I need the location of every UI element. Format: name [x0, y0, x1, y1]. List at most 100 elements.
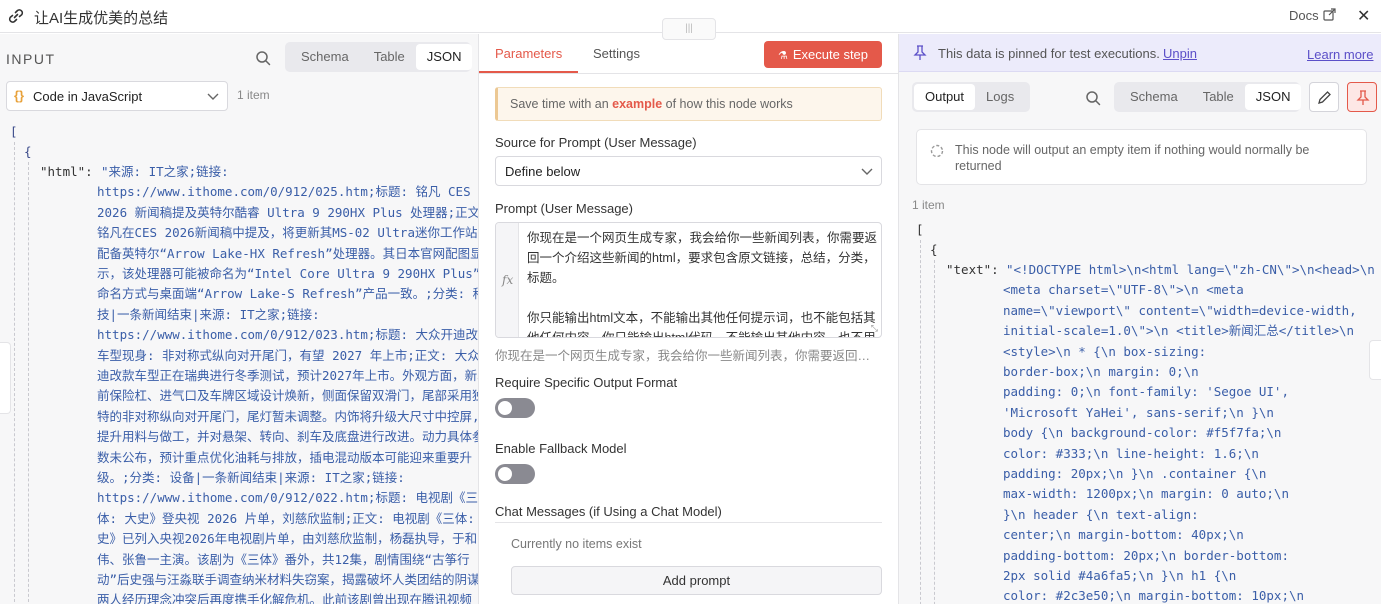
json-string-line: 配备英特尔“Arrow Lake-HX Refresh”处理器。其日本官网配图显 [97, 245, 479, 261]
json-string-line: 2026 新闻稿提及英特尔酷睿 Ultra 9 290HX Plus 处理器;正… [97, 204, 479, 220]
json-string-line: 迪改款车型正在瑞典进行冬季测试，预计2027年上市。外观方面，新车 [97, 368, 479, 383]
json-string-line: padding-bottom: 20px;\n border-bottom: [1003, 547, 1289, 563]
input-node-select[interactable]: {} Code in JavaScript [6, 81, 228, 111]
prompt-label: Prompt (User Message) [495, 201, 633, 216]
docs-link[interactable]: Docs [1289, 8, 1319, 23]
parameter-tabs: Parameters Settings ⚗ Execute step [479, 34, 898, 74]
json-string-line: 2px solid #4a6fa5;\n }\n h1 {\n [1003, 568, 1237, 583]
tab-logs[interactable]: Logs [975, 84, 1025, 110]
search-icon[interactable] [255, 50, 271, 66]
json-string-line: <meta charset=\"UTF-8\">\n <meta [1003, 282, 1244, 298]
tab-output[interactable]: Output [914, 84, 976, 110]
pencil-icon [1318, 91, 1331, 104]
hint-prefix: Save time with an [510, 97, 613, 111]
output-view-switcher: Schema Table JSON [1114, 82, 1302, 112]
edit-output-button[interactable] [1309, 82, 1339, 112]
json-string-line: "来源: IT之家;链接: [101, 164, 229, 179]
json-string-line: padding: 0;\n font-family: 'Segoe UI', [1003, 384, 1289, 400]
external-link-icon[interactable] [1323, 8, 1336, 21]
search-icon[interactable] [1085, 90, 1101, 106]
indent-guide [934, 260, 935, 604]
json-string-line: color: #2c3e50;\n margin-bottom: 10px;\n [1003, 588, 1305, 604]
json-string-line: 级。;分类: 设备|一条新闻结束|来源: IT之家;链接: [97, 470, 405, 485]
expand-editor-icon[interactable]: ⤡ [871, 323, 878, 334]
json-string-line: https://www.ithome.com/0/912/022.htm;标题:… [97, 490, 479, 506]
add-prompt-button[interactable]: Add prompt [511, 566, 882, 595]
json-string-line: 伟、张鲁一主演。该剧为《三体》番外，共12集，剧情围绕“古筝行 [97, 551, 470, 567]
json-key-html: "html": [40, 164, 93, 179]
json-object-open: { [24, 144, 32, 159]
tab-parameters[interactable]: Parameters [495, 46, 562, 61]
json-string-line: 前保险杠、进气口及车牌区域设计焕新，侧面保留双滑门，尾部采用独 [97, 388, 479, 404]
unpin-link[interactable]: Unpin [1163, 46, 1197, 61]
hint-suffix: of how this node works [662, 97, 793, 111]
panel-edge-tab[interactable] [1369, 340, 1381, 380]
link-icon [8, 9, 24, 23]
pin-icon [913, 45, 927, 60]
chevron-down-icon [861, 168, 873, 175]
view-schema-button[interactable]: Schema [1116, 84, 1192, 110]
output-panel: This data is pinned for test executions.… [898, 34, 1381, 604]
execute-step-label: Execute step [792, 47, 869, 62]
divider [495, 522, 882, 523]
input-view-switcher: Schema Table JSON [285, 42, 473, 72]
chevron-down-icon [207, 93, 219, 100]
fallback-model-toggle[interactable] [495, 464, 535, 484]
prompt-editor[interactable]: fx 你现在是一个网页生成专家，我会给你一些新闻列表，你需要返回一个介绍这些新闻… [495, 222, 882, 338]
source-prompt-select[interactable]: Define below [495, 156, 882, 186]
require-format-label: Require Specific Output Format [495, 375, 678, 390]
prompt-text[interactable]: 你现在是一个网页生成专家，我会给你一些新闻列表，你需要返回一个介绍这些新闻的ht… [527, 228, 879, 338]
prompt-preview: 你现在是一个网页生成专家，我会给你一些新闻列表，你需要返回一个介绍这些新闻的ht… [495, 349, 879, 363]
pin-icon [1356, 90, 1370, 105]
json-string-line: "<!DOCTYPE html>\n<html lang=\"zh-CN\">\… [1006, 262, 1375, 277]
tab-settings[interactable]: Settings [593, 46, 640, 61]
learn-more-link[interactable]: Learn more [1307, 47, 1373, 62]
pinned-banner: This data is pinned for test executions.… [899, 34, 1381, 72]
indent-guide [920, 240, 921, 604]
json-string-line: color: #333;\n line-height: 1.6;\n [1003, 445, 1259, 461]
input-panel: INPUT Schema Table JSON {} Code in JavaS… [0, 34, 479, 604]
json-string-line: }\n header {\n text-align: [1003, 506, 1199, 522]
json-string-line: 示，该处理器可能被命名为“Intel Core Ultra 9 290HX Pl… [97, 266, 479, 281]
json-string-line: 提升用料与做工，并对悬架、转向、刹车及底盘进行改进。动力具体参 [97, 429, 479, 445]
json-string-line: initial-scale=1.0\">\n <title>新闻汇总</titl… [1003, 323, 1355, 339]
json-string-line: 两人经历理念冲突后再度携手化解危机。此前该剧曾出现在腾讯视频 [97, 592, 473, 604]
example-hint: Save time with an example of how this no… [495, 87, 882, 121]
json-string-line: body {\n background-color: #f5f7fa;\n [1003, 425, 1282, 441]
json-string-line: 动”后史强与汪淼联手调查纳米材料失窃案，揭露破坏人类团结的阴谋, [97, 572, 479, 587]
view-json-button[interactable]: JSON [415, 44, 473, 70]
view-schema-button[interactable]: Schema [287, 44, 363, 70]
json-string-line: 特的非对称纵向对开尾门，尾灯暂未调整。内饰将升级大尺寸中控屏, [97, 408, 479, 424]
view-json-button[interactable]: JSON [1244, 84, 1302, 110]
json-string-line: <style>\n * {\n box-sizing: [1003, 343, 1207, 359]
close-button[interactable]: ✕ [1357, 6, 1370, 26]
chat-messages-label: Chat Messages (if Using a Chat Model) [495, 504, 722, 519]
panel-edge-tab[interactable] [0, 342, 11, 414]
view-table-button[interactable]: Table [363, 44, 416, 70]
json-string-line: 史》已列入央视2026年电视剧片单，由刘慈欣监制，杨磊执导，于和 [97, 531, 478, 547]
json-string-line: name=\"viewport\" content=\"width=device… [1003, 302, 1357, 318]
execute-step-button[interactable]: ⚗ Execute step [764, 41, 882, 68]
view-table-button[interactable]: Table [1192, 84, 1245, 110]
require-format-toggle[interactable] [495, 398, 535, 418]
json-string-line: 车型现身: 非对称式纵向对开尾门，有望 2027 年上市;正文: 大众开 [97, 347, 479, 363]
indent-guide [14, 142, 15, 604]
panel-drag-handle[interactable]: ||| [662, 18, 716, 40]
pinned-message: This data is pinned for test executions. [938, 46, 1160, 61]
workflow-title[interactable]: 让AI生成优美的总结 [34, 7, 168, 28]
json-array-open: [ [10, 124, 18, 139]
pin-data-button[interactable] [1347, 82, 1377, 112]
expression-gutter: fx [496, 223, 519, 337]
notice-text: This node will output an empty item if n… [955, 143, 1310, 173]
json-string-line: 数未公布，预计重点优化油耗与排放，插电混动版本可能迎来重要升 [97, 449, 473, 465]
active-tab-indicator [479, 71, 578, 73]
example-link[interactable]: example [612, 97, 662, 111]
json-string-line: 铭凡在CES 2026新闻稿中提及，将更新其MS-02 Ultra迷你工作站, [97, 225, 479, 241]
json-key-text: "text": [946, 262, 999, 277]
input-node-label: Code in JavaScript [33, 89, 143, 104]
code-braces-icon: {} [14, 88, 25, 103]
json-string-line: center;\n margin-bottom: 40px;\n [1003, 527, 1244, 543]
input-item-count: 1 item [237, 88, 270, 102]
source-prompt-label: Source for Prompt (User Message) [495, 135, 697, 150]
prompt-line: 你只能输出html文本，不能输出其他任何提示词，也不能包括其他任何内容，你只能输… [527, 311, 876, 338]
